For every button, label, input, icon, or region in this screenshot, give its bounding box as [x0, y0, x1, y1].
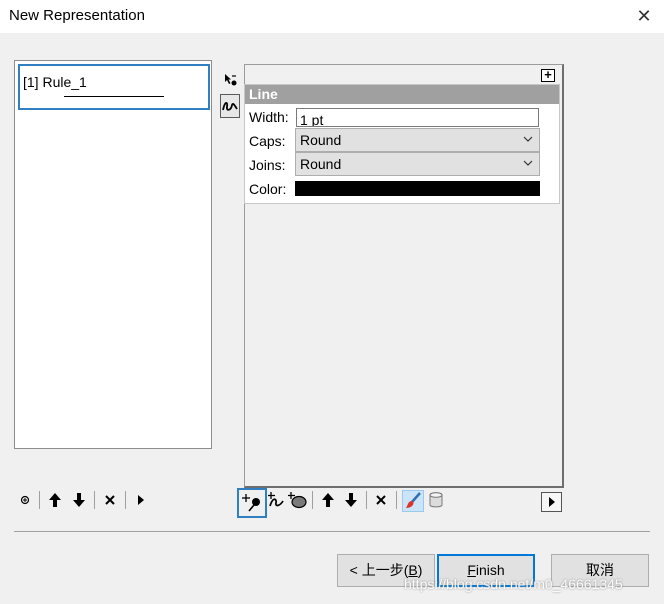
- close-icon: ✕: [636, 6, 652, 26]
- brush-icon: [406, 492, 421, 508]
- move-up-button[interactable]: [46, 490, 64, 510]
- database-button[interactable]: [427, 490, 445, 510]
- chevron-down-icon: [523, 136, 533, 142]
- expand-right-icon: [548, 497, 555, 507]
- expand-right-button[interactable]: [541, 492, 562, 512]
- add-rule-icon: [20, 495, 30, 505]
- line-symbol-button[interactable]: [220, 94, 240, 118]
- line-properties: Line Width: 1 pt Caps: Round Joins: Roun…: [244, 84, 560, 204]
- joins-value: Round: [300, 156, 342, 172]
- toolbar-separator: [366, 491, 367, 509]
- toolbar-separator: [125, 491, 126, 509]
- rule-label: [1] Rule_1: [23, 74, 87, 90]
- rule-item-1[interactable]: [1] Rule_1: [18, 64, 210, 110]
- move-up-icon: [322, 493, 334, 507]
- caps-select[interactable]: Round: [295, 128, 540, 152]
- close-button[interactable]: ✕: [632, 4, 656, 28]
- move-down-button[interactable]: [70, 490, 88, 510]
- toolbar-separator: [312, 491, 313, 509]
- rules-list[interactable]: [1] Rule_1: [14, 60, 212, 449]
- move-down-icon: [73, 493, 85, 507]
- title-bar: New Representation ✕: [0, 0, 664, 33]
- delete-effect-icon: [376, 495, 386, 505]
- toolbar-separator: [396, 491, 397, 509]
- effect-move-down-button[interactable]: [342, 490, 360, 510]
- caps-label: Caps:: [249, 133, 286, 149]
- rule-line-preview: [64, 96, 164, 97]
- add-fill-icon: [288, 492, 307, 509]
- move-down-icon: [345, 493, 357, 507]
- joins-select[interactable]: Round: [295, 152, 540, 176]
- width-field[interactable]: 1 pt: [296, 108, 539, 127]
- delete-rule-icon: [105, 495, 115, 505]
- brush-button[interactable]: [402, 490, 424, 512]
- joins-label: Joins:: [249, 157, 286, 173]
- width-label: Width:: [249, 109, 289, 125]
- add-fill-button[interactable]: [287, 490, 307, 510]
- add-marker-button[interactable]: [237, 488, 267, 518]
- add-marker-icon: [242, 494, 260, 512]
- chevron-down-icon: [523, 160, 533, 166]
- effect-move-up-button[interactable]: [319, 490, 337, 510]
- window-title: New Representation: [9, 7, 145, 24]
- watermark: https://blog.csdn.net/m0_46661345: [404, 576, 623, 592]
- toolbar-separator: [39, 491, 40, 509]
- back-button-label: < 上一步(: [349, 562, 409, 578]
- color-swatch[interactable]: [295, 181, 540, 196]
- database-icon: [429, 492, 443, 508]
- expand-button[interactable]: +: [541, 68, 555, 82]
- line-header: Line: [245, 85, 559, 104]
- caps-value: Round: [300, 132, 342, 148]
- footer-divider: [14, 531, 650, 532]
- line-symbol-icon: [222, 101, 238, 111]
- add-stroke-button[interactable]: [266, 490, 286, 510]
- delete-rule-button[interactable]: [101, 490, 119, 510]
- add-rule-button[interactable]: [18, 490, 32, 510]
- toolbar-separator: [94, 491, 95, 509]
- marker-symbol-icon: [225, 74, 237, 86]
- marker-symbol-button[interactable]: [220, 68, 240, 92]
- move-up-icon: [49, 493, 61, 507]
- delete-effect-button[interactable]: [372, 490, 390, 510]
- more-arrow-icon: [138, 495, 144, 505]
- more-button[interactable]: [134, 490, 148, 510]
- add-stroke-icon: [268, 492, 284, 507]
- color-label: Color:: [249, 181, 287, 197]
